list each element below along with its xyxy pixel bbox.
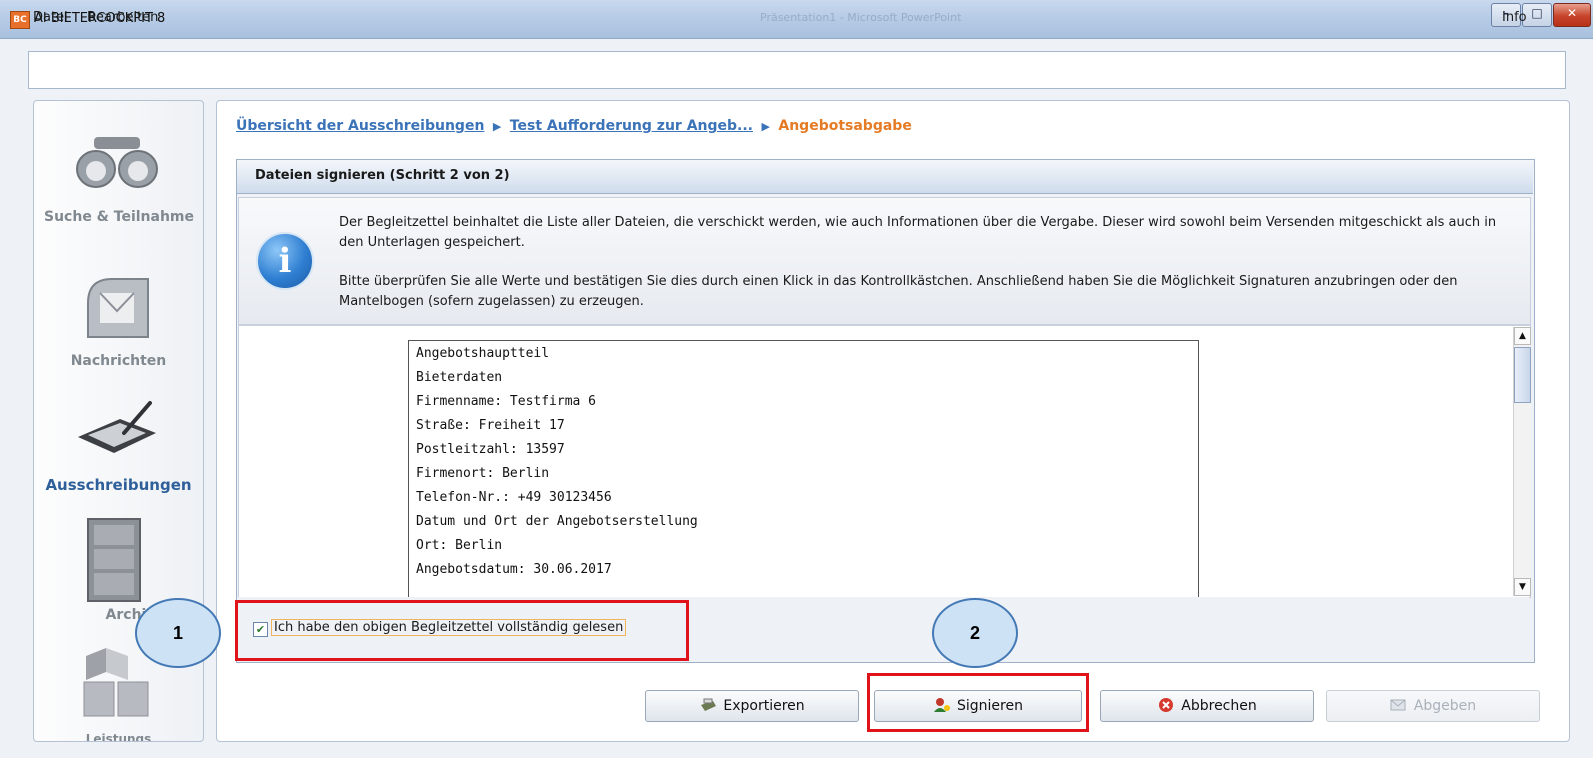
submit-button[interactable]: Abgeben (1326, 690, 1540, 722)
nav-item-tenders[interactable]: Ausschreibungen (34, 391, 203, 501)
cancel-icon (1159, 698, 1174, 712)
info-paragraph-2: Bitte überprüfen Sie alle Werte und best… (339, 274, 1458, 309)
menu-bar (28, 51, 1566, 89)
breadcrumb: Übersicht der Ausschreibungen ▶ Test Auf… (236, 118, 912, 134)
breadcrumb-tenders-overview[interactable]: Übersicht der Ausschreibungen (236, 118, 484, 134)
nav-label-messages: Nachrichten (70, 353, 167, 369)
doc-line: Angebotsdatum: 30.06.2017 (416, 562, 612, 577)
menu-file[interactable]: Datei (33, 10, 68, 25)
cancel-button-label: Abbrechen (1181, 698, 1257, 714)
info-paragraph-1: Der Begleitzettel beinhaltet die Liste a… (339, 215, 1497, 250)
signing-tablet-icon (78, 401, 156, 453)
nav-item-search[interactable]: Suche & Teilnahme (34, 101, 203, 251)
vertical-scrollbar[interactable]: ▲ ▼ (1513, 327, 1531, 596)
cancel-button[interactable]: Abbrechen (1100, 690, 1314, 722)
step-badge-2: 2 (932, 598, 1018, 668)
export-button[interactable]: Exportieren (645, 690, 859, 722)
breadcrumb-separator-icon: ▶ (761, 120, 770, 133)
maximize-icon: □ (1531, 6, 1543, 20)
highlight-box-sign (867, 673, 1089, 732)
step-badge-1: 1 (135, 598, 221, 668)
nav-label-tenders: Ausschreibungen (45, 476, 192, 494)
nav-item-messages[interactable]: Nachrichten (34, 261, 203, 381)
close-button[interactable]: ✕ (1553, 3, 1591, 27)
scroll-up-icon[interactable]: ▲ (1514, 327, 1531, 345)
doc-line: Postleitzahl: 13597 (416, 442, 565, 457)
nav-label-services: Leistungs (85, 732, 152, 742)
doc-line: Angebotshauptteil (416, 346, 550, 361)
submit-button-label: Abgeben (1413, 698, 1477, 714)
app-icon: BC (10, 11, 30, 29)
scroll-thumb[interactable] (1514, 347, 1531, 403)
doc-line: Ort: Berlin (416, 538, 503, 553)
step-title: Dateien signieren (Schritt 2 von 2) (255, 168, 510, 183)
doc-line: Datum und Ort der Angebotserstellung (416, 514, 698, 529)
mailbox-icon (87, 278, 149, 338)
info-icon: i (256, 232, 314, 290)
highlight-box-checkbox (235, 600, 689, 661)
binoculars-icon (76, 137, 158, 188)
breadcrumb-separator-icon: ▶ (492, 120, 502, 133)
doc-line: Telefon-Nr.: +49 30123456 (416, 490, 612, 505)
printer-export-icon (701, 698, 717, 711)
doc-line: Firmenname: Testfirma 6 (416, 394, 597, 409)
breadcrumb-tender-request[interactable]: Test Aufforderung zur Angeb... (510, 118, 753, 134)
doc-line: Bieterdaten (416, 370, 503, 385)
breadcrumb-current: Angebotsabgabe (778, 118, 912, 134)
cover-sheet-document: Angebotshauptteil Bieterdaten Firmenname… (408, 340, 1199, 612)
background-window-title: Präsentation1 - Microsoft PowerPoint (760, 11, 962, 24)
menu-edit[interactable]: Bearbeiten (87, 10, 158, 25)
scroll-down-icon[interactable]: ▼ (1514, 578, 1531, 596)
doc-line: Firmenort: Berlin (416, 466, 550, 481)
close-icon: ✕ (1566, 6, 1578, 20)
export-button-label: Exportieren (723, 698, 805, 714)
file-cabinet-icon (87, 518, 141, 602)
nav-label-search: Suche & Teilnahme (44, 209, 195, 225)
doc-line: Straße: Freiheit 17 (416, 418, 565, 433)
menu-info[interactable]: Info (1502, 10, 1527, 25)
submit-envelope-icon (1390, 699, 1406, 711)
